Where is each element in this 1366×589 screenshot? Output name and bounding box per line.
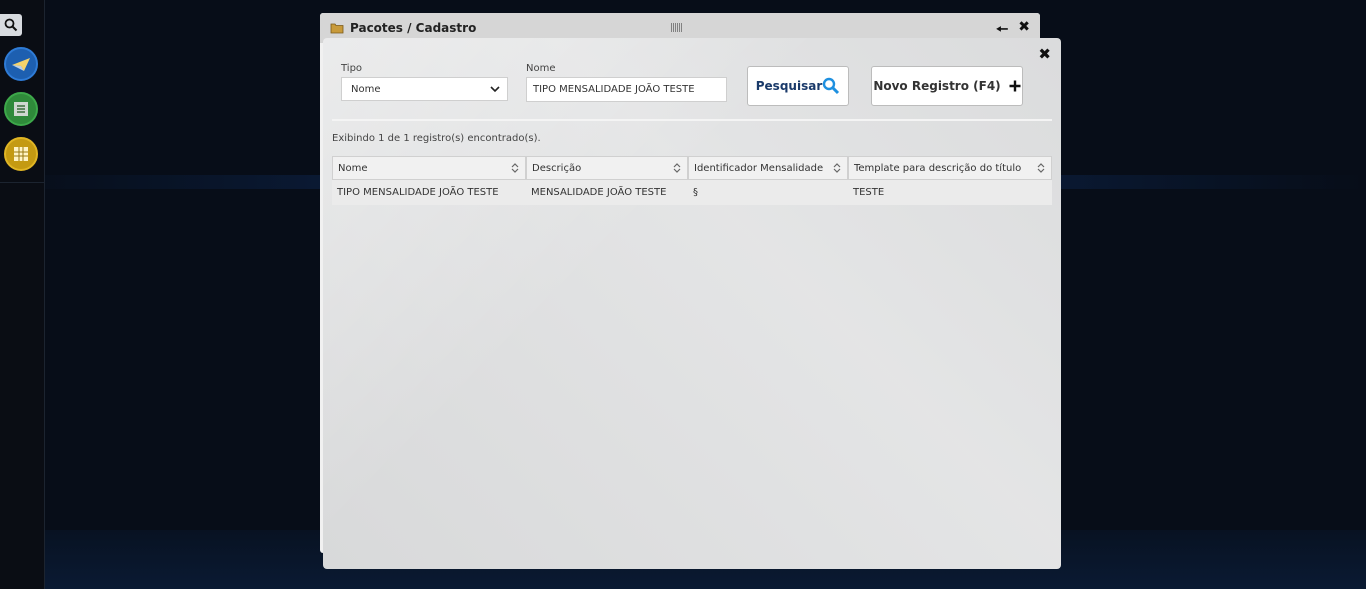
tipo-select[interactable]: Nome [341, 77, 508, 101]
search-button-label: Pesquisar [755, 79, 823, 93]
table-cell-nome: TIPO MENSALIDADE JOÃO TESTE [337, 187, 499, 198]
back-window-title: Pacotes / Cadastro [350, 21, 477, 35]
sidebar-divider [0, 182, 44, 183]
search-icon [4, 18, 18, 32]
sort-icon [1037, 163, 1045, 173]
column-header-template[interactable]: Template para descrição do título [848, 156, 1052, 180]
chevron-down-icon [490, 86, 500, 93]
column-header-label: Nome [338, 162, 368, 174]
column-header-identificador[interactable]: Identificador Mensalidade [688, 156, 848, 180]
left-sidebar [0, 0, 45, 589]
sidebar-list-button[interactable] [4, 92, 38, 126]
table-cell-identificador: § [693, 187, 698, 198]
folder-icon [330, 23, 344, 34]
tipo-label: Tipo [341, 63, 363, 74]
table-header: Nome Descrição Identificador Mensalidade… [332, 156, 1052, 180]
search-icon [823, 77, 840, 95]
column-header-descricao[interactable]: Descrição [526, 156, 688, 180]
list-icon [14, 102, 28, 116]
plus-icon [1009, 80, 1021, 92]
table-row[interactable]: TIPO MENSALIDADE JOÃO TESTE MENSALIDADE … [332, 180, 1052, 205]
drag-handle-icon[interactable]: |||||| [670, 23, 683, 33]
dialog-close-icon[interactable]: ✖ [1038, 45, 1051, 63]
sidebar-travel-button[interactable] [4, 47, 38, 81]
sort-icon [511, 163, 519, 173]
results-table: Nome Descrição Identificador Mensalidade… [332, 156, 1052, 205]
sidebar-search-button[interactable] [0, 14, 22, 36]
sort-icon [833, 163, 841, 173]
column-header-label: Template para descrição do título [854, 162, 1022, 174]
column-header-nome[interactable]: Nome [332, 156, 526, 180]
new-record-label: Novo Registro (F4) [873, 79, 1001, 93]
sidebar-calculator-button[interactable] [4, 137, 38, 171]
new-record-button[interactable]: Novo Registro (F4) [871, 66, 1023, 106]
nome-input-value: TIPO MENSALIDADE JOÃO TESTE [533, 84, 695, 95]
search-dialog: ✖ Tipo Nome Nome TIPO MENSALIDADE JOÃO T… [323, 38, 1061, 569]
nome-label: Nome [526, 63, 556, 74]
column-header-label: Descrição [532, 162, 582, 174]
plane-icon [12, 58, 30, 71]
calculator-icon [14, 147, 28, 161]
nome-input[interactable]: TIPO MENSALIDADE JOÃO TESTE [526, 77, 727, 102]
table-cell-descricao: MENSALIDADE JOÃO TESTE [531, 187, 667, 198]
table-cell-template: TESTE [853, 187, 885, 198]
search-button[interactable]: Pesquisar [747, 66, 849, 106]
column-header-label: Identificador Mensalidade [694, 162, 824, 174]
results-count: Exibindo 1 de 1 registro(s) encontrado(s… [332, 133, 541, 144]
filter-divider [332, 119, 1052, 121]
sort-icon [673, 163, 681, 173]
tipo-select-value: Nome [351, 83, 381, 95]
